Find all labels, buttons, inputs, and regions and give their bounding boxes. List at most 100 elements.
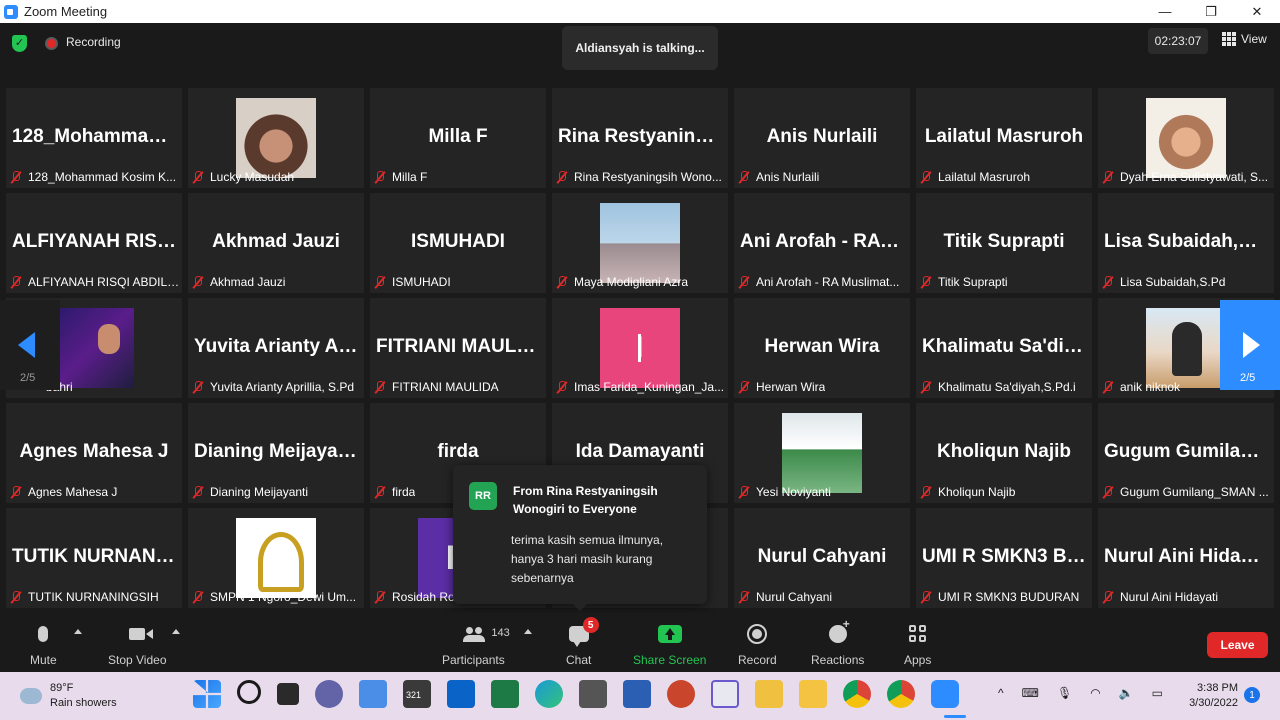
mail-icon[interactable] [447, 680, 475, 708]
participant-display-name: Herwan Wira [764, 336, 880, 357]
participant-tile[interactable]: SMPN 1 Ngoro_Dewi Um... [188, 508, 364, 608]
participant-name-tag: Dyah Erna Sulistyawati, S... [1102, 169, 1268, 185]
excel-icon[interactable] [491, 680, 519, 708]
participant-tile[interactable]: Milla F Milla F [370, 88, 546, 188]
participant-display-name: Rina Restyaningsih Wono... [558, 126, 728, 147]
recording-label[interactable]: Recording [66, 35, 121, 49]
previous-page-button[interactable]: 2/5 [0, 300, 60, 390]
page-indicator-right: 2/5 [1240, 372, 1256, 384]
powerpoint-icon[interactable] [667, 680, 695, 708]
clock-time: 3:38 PM [1197, 682, 1238, 694]
next-page-button[interactable]: 2/5 [1220, 300, 1280, 390]
participant-tile[interactable]: FITRIANI MAULIDA FITRIANI MAULIDA [370, 298, 546, 398]
chrome-icon[interactable] [887, 680, 915, 708]
participant-tile[interactable]: Anis Nurlaili Anis Nurlaili [734, 88, 910, 188]
participant-tile[interactable]: Yesi Noviyanti [734, 403, 910, 503]
participant-tile[interactable]: Dianing Meijayanti Dianing Meijayanti [188, 403, 364, 503]
reactions-button[interactable]: Reactions [811, 617, 864, 667]
search-icon[interactable] [237, 680, 261, 704]
muted-mic-icon [374, 380, 386, 394]
participant-tile[interactable]: Nurul Aini Hidayati Nurul Aini Hidayati [1098, 508, 1274, 608]
participant-tile[interactable]: Ani Arofah - RA Muslimat... Ani Arofah -… [734, 193, 910, 293]
teams-chat-icon[interactable] [315, 680, 343, 708]
notification-badge[interactable]: 1 [1244, 687, 1260, 703]
chrome-profile-icon[interactable] [843, 680, 871, 708]
keyboard-icon[interactable]: ⌨ [1022, 686, 1039, 700]
zoom-taskbar-icon[interactable] [931, 680, 959, 708]
participant-name: Ani Arofah - RA Muslimat... [756, 275, 900, 289]
share-screen-button[interactable]: Share Screen [633, 623, 706, 667]
tray-overflow-chevron-icon[interactable]: ^ [998, 686, 1004, 700]
record-button[interactable]: Record [738, 623, 777, 667]
participant-tile[interactable]: Lisa Subaidah,S.Pd Lisa Subaidah,S.Pd [1098, 193, 1274, 293]
mute-button[interactable]: Mute [30, 623, 57, 667]
leave-button[interactable]: Leave [1207, 632, 1268, 658]
weather-widget[interactable]: 89°F Rain showers [20, 681, 117, 711]
muted-mic-icon [920, 485, 932, 499]
apps-button[interactable]: Apps [904, 623, 931, 667]
snipping-tool-icon[interactable] [711, 680, 739, 708]
task-view-icon[interactable] [277, 683, 299, 705]
volume-icon[interactable]: 🔈 [1119, 686, 1134, 700]
window-title: Zoom Meeting [24, 4, 108, 19]
imas-avatar-letter: I [635, 331, 645, 364]
participant-tile[interactable]: Nurul Cahyani Nurul Cahyani [734, 508, 910, 608]
participant-tile[interactable]: Rina Restyaningsih Wono... Rina Restyani… [552, 88, 728, 188]
minimize-button[interactable]: — [1142, 0, 1188, 23]
edge-browser-icon[interactable] [535, 680, 563, 708]
participant-tile[interactable]: Maya Modigliani Azra [552, 193, 728, 293]
close-button[interactable]: ✕ [1234, 0, 1280, 23]
chat-message-popup[interactable]: RR From Rina Restyaningsih Wonogiri to E… [453, 465, 707, 611]
participant-tile[interactable]: Khalimatu Sa'diyah,S.Pd.i Khalimatu Sa'd… [916, 298, 1092, 398]
participant-tile[interactable]: Yuvita Arianty Aprillia, S.Pd Yuvita Ari… [188, 298, 364, 398]
participant-name-tag: UMI R SMKN3 BUDURAN [920, 589, 1079, 605]
participants-label: Participants [442, 653, 505, 667]
share-screen-label: Share Screen [633, 653, 707, 667]
participant-name: Yesi Noviyanti [756, 485, 831, 499]
participant-tile[interactable]: Herwan Wira Herwan Wira [734, 298, 910, 398]
participant-tile[interactable]: ISMUHADI ISMUHADI [370, 193, 546, 293]
cad-app-icon[interactable] [579, 680, 607, 708]
maximize-button[interactable]: ❐ [1188, 0, 1234, 23]
participant-tile[interactable]: Titik Suprapti Titik Suprapti [916, 193, 1092, 293]
participant-tile[interactable]: Akhmad Jauzi Akhmad Jauzi [188, 193, 364, 293]
participant-display-name: 128_Mohammad Kosim K... [12, 126, 182, 147]
calendar-app-icon[interactable]: 321 [403, 680, 431, 708]
microphone-tray-icon[interactable]: 🎙 [1057, 686, 1072, 700]
audio-options-caret[interactable] [74, 629, 82, 634]
muted-mic-icon [738, 275, 750, 289]
pen-app-icon[interactable] [755, 680, 783, 708]
system-clock[interactable]: 3:38 PM 3/30/2022 [1180, 681, 1238, 711]
recording-dot-icon[interactable] [45, 37, 58, 50]
participant-tile[interactable]: UMI R SMKN3 BUDURAN UMI R SMKN3 BUDURAN [916, 508, 1092, 608]
stop-video-button[interactable]: Stop Video [108, 623, 167, 667]
participant-tile[interactable]: Lucky Masudah [188, 88, 364, 188]
participant-name-tag: ALFIYANAH RISQI ABDILL... [10, 274, 180, 290]
participant-tile[interactable]: Dyah Erna Sulistyawati, S... [1098, 88, 1274, 188]
wifi-icon[interactable]: ◠ [1090, 686, 1100, 700]
view-button[interactable]: View [1222, 32, 1267, 46]
participants-button[interactable]: 143 Participants [442, 623, 510, 667]
participant-tile[interactable]: 128_Mohammad Kosim K... 128_Mohammad Kos… [6, 88, 182, 188]
word-icon[interactable] [623, 680, 651, 708]
participant-tile[interactable]: Kholiqun Najib Kholiqun Najib [916, 403, 1092, 503]
participant-tile[interactable]: TUTIK NURNANINGSIH TUTIK NURNANINGSIH [6, 508, 182, 608]
participant-tile[interactable]: ALFIYANAH RISQI ABDILL... ALFIYANAH RISQ… [6, 193, 182, 293]
muted-mic-icon [374, 170, 386, 184]
chat-button[interactable]: 5 Chat [566, 617, 599, 667]
rain-cloud-icon [20, 688, 42, 704]
participant-name: Nurul Cahyani [756, 590, 833, 604]
participant-tile[interactable]: Gugum Gumilang_SMAN ... Gugum Gumilang_S… [1098, 403, 1274, 503]
participant-name-tag: Khalimatu Sa'diyah,S.Pd.i [920, 379, 1076, 395]
security-shield-icon[interactable]: ✓ [12, 35, 27, 52]
video-options-caret[interactable] [172, 629, 180, 634]
file-explorer-icon[interactable] [799, 680, 827, 708]
notepad-icon[interactable] [359, 680, 387, 708]
participant-name-tag: Kholiqun Najib [920, 484, 1015, 500]
participant-tile[interactable]: Agnes Mahesa J Agnes Mahesa J [6, 403, 182, 503]
battery-icon[interactable]: ▭ [1152, 686, 1163, 700]
participant-name-tag: Maya Modigliani Azra [556, 274, 688, 290]
participants-options-caret[interactable] [524, 629, 532, 634]
start-menu-icon[interactable] [193, 680, 221, 708]
participant-tile[interactable]: Lailatul Masruroh Lailatul Masruroh [916, 88, 1092, 188]
